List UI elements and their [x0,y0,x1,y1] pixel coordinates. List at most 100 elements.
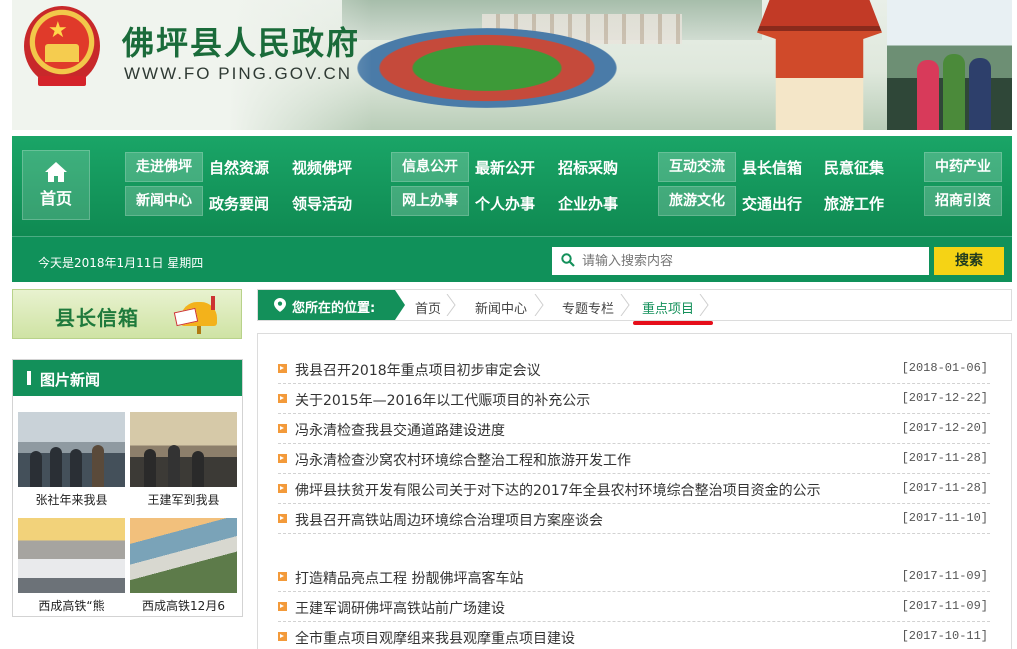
breadcrumb-home[interactable]: 首页 [415,298,441,317]
breadcrumb-news-center[interactable]: 新闻中心 [475,298,527,317]
nav-tourism-work[interactable]: 旅游工作 [824,194,884,214]
article-date: [2017-11-09] [901,569,988,583]
nav-news-center[interactable]: 新闻中心 [125,186,203,216]
arrow-bullet-icon [278,454,287,463]
nav-info-disclosure[interactable]: 信息公开 [391,152,469,182]
article-title[interactable]: 我县召开高铁站周边环境综合治理项目方案座谈会 [295,510,603,530]
nav-mayor-mailbox[interactable]: 县长信箱 [742,158,802,178]
banner-photo-stadium [357,28,617,108]
nav-transportation[interactable]: 交通出行 [742,194,802,214]
article-title[interactable]: 冯永清检查沙窝农村环境综合整治工程和旅游开发工作 [295,450,631,470]
article-title[interactable]: 佛坪县扶贫开发有限公司关于对下达的2017年全县农村环境综合整治项目资金的公示 [295,480,821,500]
breadcrumb: 您所在的位置: 首页 新闻中心 专题专栏 重点项目 [257,289,1012,321]
article-row[interactable]: 打造精品亮点工程 扮靓佛坪高客车站 [2017-11-09] [278,562,990,592]
nav-home-button[interactable]: 首页 [22,150,90,220]
search-button[interactable]: 搜索 [934,247,1004,275]
picture-news-caption[interactable]: 王建军到我县 [130,491,237,508]
nav-home-label: 首页 [39,189,72,208]
nav-tourism-culture[interactable]: 旅游文化 [658,186,736,216]
arrow-bullet-icon [278,484,287,493]
nav-latest-disclosure[interactable]: 最新公开 [475,158,535,178]
mailbox-icon [173,296,221,334]
arrow-bullet-icon [278,424,287,433]
search-box [552,247,929,275]
article-date: [2017-12-22] [901,391,988,405]
current-date: 今天是2018年1月11日 星期四 [38,256,204,270]
article-title[interactable]: 王建军调研佛坪高铁站前广场建设 [295,598,505,618]
nav-interaction[interactable]: 互动交流 [658,152,736,182]
breadcrumb-separator-icon [534,294,544,316]
article-date: [2017-11-09] [901,599,988,613]
search-icon [561,253,575,267]
nav-bidding-procurement[interactable]: 招标采购 [558,158,618,178]
article-date: [2017-11-28] [901,451,988,465]
nav-tcm-industry[interactable]: 中药产业 [924,152,1002,182]
home-icon [45,162,67,182]
arrow-bullet-icon [278,364,287,373]
national-emblem-icon: ★ [24,6,100,86]
article-row[interactable]: 冯永清检查沙窝农村环境综合整治工程和旅游开发工作 [2017-11-28] [278,444,990,474]
nav-online-services[interactable]: 网上办事 [391,186,469,216]
article-row[interactable]: 全市重点项目观摩组来我县观摩重点项目建设 [2017-10-11] [278,622,990,649]
arrow-bullet-icon [278,602,287,611]
article-list: 我县召开2018年重点项目初步审定会议 [2018-01-06] 关于2015年… [257,333,1012,649]
picture-news-thumb[interactable] [18,412,125,487]
breadcrumb-special-column[interactable]: 专题专栏 [562,298,614,317]
article-row[interactable]: 佛坪县扶贫开发有限公司关于对下达的2017年全县农村环境综合整治项目资金的公示 … [278,474,990,504]
article-title[interactable]: 冯永清检查我县交通道路建设进度 [295,420,505,440]
site-url: WWW.FO PING.GOV.CN [124,64,353,83]
article-date: [2017-11-10] [901,511,988,525]
picture-news-thumb[interactable] [18,518,125,593]
nav-zoujin-foping[interactable]: 走进佛坪 [125,152,203,182]
breadcrumb-label: 您所在的位置: [292,301,376,316]
picture-news-caption[interactable]: 西成高铁“熊 [18,597,125,614]
picture-news-thumb[interactable] [130,518,237,593]
article-title[interactable]: 我县召开2018年重点项目初步审定会议 [295,360,541,380]
article-row[interactable]: 我县召开2018年重点项目初步审定会议 [2018-01-06] [278,354,990,384]
banner-photo-tourists [887,0,1012,130]
picture-news-title: 图片新闻 [40,371,101,389]
article-row[interactable]: 冯永清检查我县交通道路建设进度 [2017-12-20] [278,414,990,444]
nav-enterprise-services[interactable]: 企业办事 [558,194,618,214]
nav-leader-activities[interactable]: 领导活动 [292,194,352,214]
mayor-mailbox-banner[interactable]: 县长信箱 [12,289,242,339]
nav-personal-services[interactable]: 个人办事 [475,194,535,214]
picture-news-caption[interactable]: 张社年来我县 [18,491,125,508]
arrow-bullet-icon [278,632,287,641]
arrow-bullet-icon [278,572,287,581]
nav-government-news[interactable]: 政务要闻 [209,194,269,214]
nav-investment[interactable]: 招商引资 [924,186,1002,216]
breadcrumb-current[interactable]: 重点项目 [642,298,694,317]
breadcrumb-separator-icon [446,294,456,316]
article-row[interactable]: 我县召开高铁站周边环境综合治理项目方案座谈会 [2017-11-10] [278,504,990,534]
picture-news-header: 图片新闻 [13,360,242,396]
banner-photo-pavilion [757,0,882,130]
site-header: ★ 佛坪县人民政府 WWW.FO PING.GOV.CN [12,0,1012,130]
arrow-bullet-icon [278,514,287,523]
article-row[interactable]: 关于2015年—2016年以工代赈项目的补充公示 [2017-12-22] [278,384,990,414]
article-title[interactable]: 全市重点项目观摩组来我县观摩重点项目建设 [295,628,575,648]
location-pin-icon [274,298,286,312]
article-title[interactable]: 关于2015年—2016年以工代赈项目的补充公示 [295,390,590,410]
nav-video-foping[interactable]: 视频佛坪 [292,158,352,178]
site-title: 佛坪县人民政府 [122,24,361,62]
main-navigation: 首页 走进佛坪 新闻中心 自然资源 视频佛坪 政务要闻 领导活动 信息公开 网上… [12,136,1012,282]
picture-news-thumb[interactable] [130,412,237,487]
current-item-underline [633,321,713,325]
arrow-bullet-icon [278,394,287,403]
article-date: [2017-10-11] [901,629,988,643]
search-input[interactable] [582,247,922,275]
article-row[interactable]: 王建军调研佛坪高铁站前广场建设 [2017-11-09] [278,592,990,622]
breadcrumb-separator-icon [699,294,709,316]
picture-news-caption[interactable]: 西成高铁12月6 [130,597,237,614]
nav-natural-resources[interactable]: 自然资源 [209,158,269,178]
breadcrumb-label-box: 您所在的位置: [258,290,395,320]
article-date: [2017-12-20] [901,421,988,435]
article-date: [2018-01-06] [901,361,988,375]
article-date: [2017-11-28] [901,481,988,495]
picture-news-panel: 图片新闻 张社年来我县 王建军到我县 西成高铁“熊 西成高铁12月6 [12,359,243,617]
nav-public-opinion[interactable]: 民意征集 [824,158,884,178]
article-title[interactable]: 打造精品亮点工程 扮靓佛坪高客车站 [295,568,523,588]
breadcrumb-separator-icon [620,294,630,316]
mayor-mailbox-label: 县长信箱 [55,306,139,330]
